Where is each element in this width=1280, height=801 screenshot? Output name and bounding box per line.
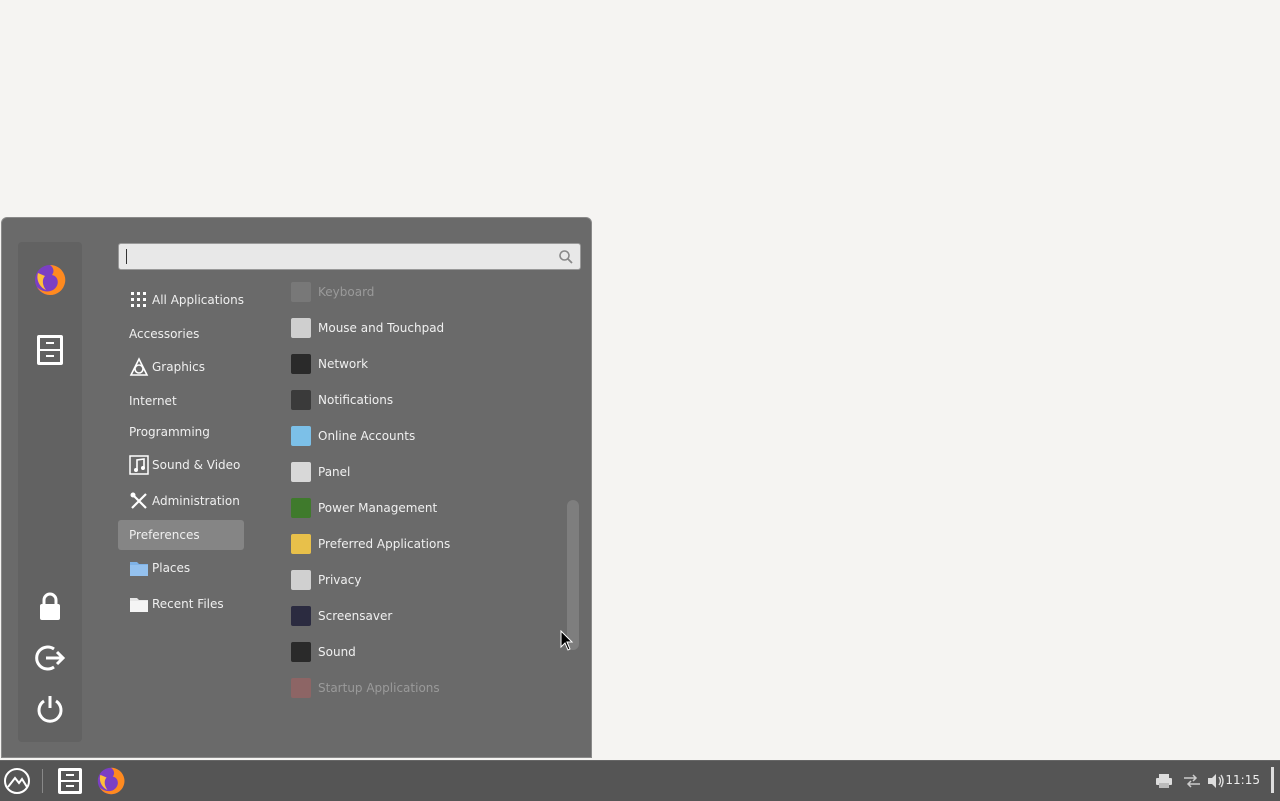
startup-applications-icon	[291, 678, 311, 698]
app-sound[interactable]: Sound	[286, 637, 556, 667]
graphics-icon	[129, 357, 149, 377]
panel-icon	[291, 462, 311, 482]
app-preferred-applications[interactable]: Preferred Applications	[286, 529, 556, 559]
firefox-icon	[35, 264, 66, 295]
app-power-management[interactable]: Power Management	[286, 493, 556, 523]
printer-icon	[1156, 774, 1172, 788]
app-notifications[interactable]: Notifications	[286, 385, 556, 415]
network-tray[interactable]	[1180, 765, 1204, 797]
favorites-sidebar	[18, 242, 82, 742]
category-programming[interactable]: Programming	[118, 417, 244, 447]
app-panel[interactable]: Panel	[286, 457, 556, 487]
category-places[interactable]: Places	[118, 553, 244, 583]
application-list: Keyboard Mouse and Touchpad Network Noti…	[286, 278, 566, 738]
power-management-icon	[291, 498, 311, 518]
app-keyboard[interactable]: Keyboard	[286, 278, 556, 307]
lock-screen-button[interactable]	[32, 588, 68, 624]
app-label: Notifications	[318, 393, 394, 407]
app-startup-applications[interactable]: Startup Applications	[286, 673, 556, 703]
app-label: Power Management	[318, 501, 438, 515]
lock-icon	[40, 592, 60, 620]
mouse-icon	[291, 318, 311, 338]
app-label: Screensaver	[318, 609, 393, 623]
volume-icon	[1208, 774, 1224, 788]
category-preferences[interactable]: Preferences	[118, 520, 244, 550]
favorite-file-manager[interactable]	[32, 332, 68, 368]
tools-icon	[129, 491, 149, 511]
scrollbar-thumb[interactable]	[567, 500, 579, 650]
recent-files-icon	[129, 594, 149, 614]
app-privacy[interactable]: Privacy	[286, 565, 556, 595]
taskbar-firefox[interactable]	[95, 765, 127, 797]
network-icon	[291, 354, 311, 374]
screensaver-icon	[291, 606, 311, 626]
folder-icon	[129, 558, 149, 578]
app-mouse-and-touchpad[interactable]: Mouse and Touchpad	[286, 313, 556, 343]
category-accessories[interactable]: Accessories	[118, 319, 244, 349]
online-accounts-icon	[291, 426, 311, 446]
preferred-applications-icon	[291, 534, 311, 554]
category-label: Internet	[129, 394, 177, 408]
app-label: Startup Applications	[318, 681, 440, 695]
search-input[interactable]	[129, 246, 553, 268]
mouse-cursor-icon	[560, 630, 574, 651]
app-label: Panel	[318, 465, 351, 479]
app-label: Mouse and Touchpad	[318, 321, 445, 335]
firefox-icon	[97, 767, 125, 795]
category-label: All Applications	[152, 293, 244, 307]
app-label: Privacy	[318, 573, 362, 587]
category-label: Sound & Video	[152, 458, 241, 472]
app-online-accounts[interactable]: Online Accounts	[286, 421, 556, 451]
category-label: Places	[152, 561, 191, 575]
notifications-icon	[291, 390, 311, 410]
category-all-applications[interactable]: All Applications	[118, 285, 244, 315]
search-field[interactable]	[118, 243, 581, 270]
app-list-scrollbar[interactable]	[567, 288, 579, 740]
file-cabinet-icon	[37, 335, 63, 365]
volume-tray[interactable]	[1204, 765, 1228, 797]
shutdown-button[interactable]	[32, 691, 68, 727]
menu-logo-icon	[4, 768, 30, 794]
category-label: Graphics	[152, 360, 205, 374]
category-graphics[interactable]: Graphics	[118, 352, 244, 382]
show-desktop-button[interactable]	[1271, 767, 1274, 793]
category-label: Administration	[152, 494, 240, 508]
app-label: Network	[318, 357, 369, 371]
printer-tray[interactable]	[1152, 765, 1176, 797]
file-manager-icon	[58, 768, 82, 794]
taskbar-file-manager[interactable]	[54, 765, 86, 797]
app-label: Sound	[318, 645, 356, 659]
text-caret	[126, 249, 127, 264]
category-label: Preferences	[129, 528, 200, 542]
category-recent-files[interactable]: Recent Files	[118, 589, 244, 619]
power-icon	[37, 696, 63, 723]
grid-icon	[129, 290, 149, 310]
network-disconnected-icon	[1184, 774, 1200, 788]
privacy-icon	[291, 570, 311, 590]
category-label: Accessories	[129, 327, 200, 341]
clock[interactable]: 11:15	[1225, 773, 1260, 787]
favorite-firefox[interactable]	[32, 262, 68, 298]
sound-video-icon	[129, 455, 149, 475]
category-label: Recent Files	[152, 597, 224, 611]
category-internet[interactable]: Internet	[118, 386, 244, 416]
app-screensaver[interactable]: Screensaver	[286, 601, 556, 631]
app-label: Preferred Applications	[318, 537, 451, 551]
search-icon	[559, 250, 573, 264]
app-label: Online Accounts	[318, 429, 416, 443]
logout-icon	[35, 645, 66, 671]
app-label: Keyboard	[318, 285, 375, 299]
taskbar-separator	[42, 769, 43, 793]
app-network[interactable]: Network	[286, 349, 556, 379]
category-label: Programming	[129, 425, 210, 439]
menu-button[interactable]	[1, 765, 33, 797]
taskbar: 11:15	[0, 760, 1280, 801]
category-administration[interactable]: Administration	[118, 486, 244, 516]
keyboard-icon	[291, 282, 311, 302]
category-sound-video[interactable]: Sound & Video	[118, 450, 244, 480]
sound-icon	[291, 642, 311, 662]
application-menu: All Applications Accessories Graphics In…	[1, 217, 592, 758]
logout-button[interactable]	[32, 640, 68, 676]
